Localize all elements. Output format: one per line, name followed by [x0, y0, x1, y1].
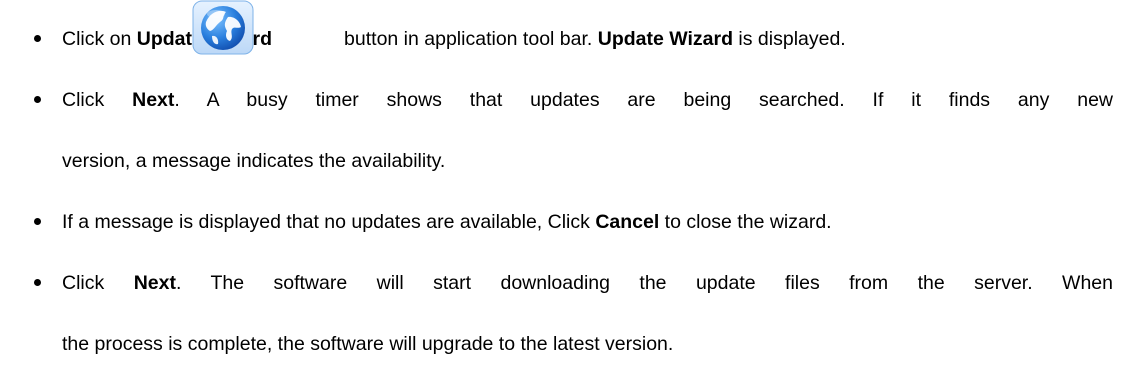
bullet — [34, 35, 41, 42]
item-text-line-2: the process is complete, the software wi… — [62, 333, 674, 355]
next-label: Next — [133, 272, 176, 294]
item-text-line-2: version, a message indicates the availab… — [62, 150, 446, 172]
update-wizard-label-2: Update Wizard — [597, 28, 733, 50]
bullet — [34, 96, 41, 103]
item-text-line-1: Click Next. A busy timer shows that upda… — [62, 89, 1114, 111]
next-label: Next — [132, 89, 175, 111]
item-text-line-1: Click Next. The software will start down… — [62, 272, 1113, 294]
cancel-label: Cancel — [595, 211, 660, 233]
update-wizard-globe-icon — [192, 0, 254, 55]
item-text: If a message is displayed that no update… — [62, 211, 832, 233]
update-instructions-list: Click on Update Wizardbutton in applicat… — [0, 0, 1124, 389]
bullet — [34, 279, 41, 286]
item-text: Click on Update Wizardbutton in applicat… — [62, 28, 846, 50]
bullet — [34, 218, 41, 225]
